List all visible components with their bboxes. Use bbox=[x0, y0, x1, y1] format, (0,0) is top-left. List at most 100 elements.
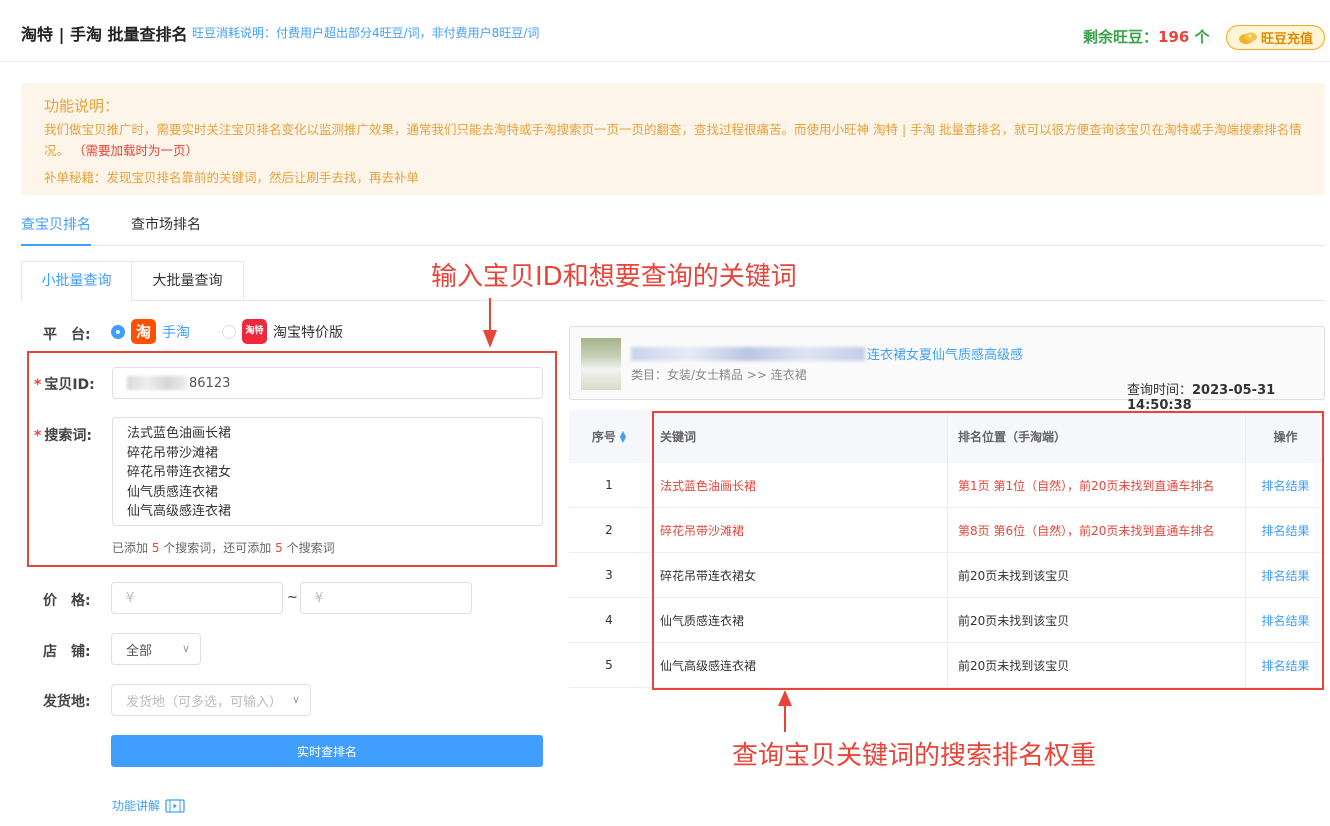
price-max-placeholder: ¥ bbox=[315, 590, 324, 606]
row-rank: 第8页 第6位（自然），前20页未找到直通车排名 bbox=[947, 508, 1245, 552]
rank-result-link[interactable]: 排名结果 bbox=[1245, 598, 1325, 642]
notice-body-text: 我们做宝贝推广时，需要实时关注宝贝排名变化以监测推广效果，通常我们只能去淘特或手… bbox=[44, 122, 1302, 158]
feature-notice: 功能说明： 我们做宝贝推广时，需要实时关注宝贝排名变化以监测推广效果，通常我们只… bbox=[21, 83, 1325, 195]
keywords-label: * 搜索词: bbox=[34, 428, 92, 444]
platform-option-tejia[interactable]: 淘特 淘宝特价版 bbox=[222, 319, 343, 344]
header-index[interactable]: 序号 ▲ ▼ bbox=[569, 410, 649, 463]
row-index: 3 bbox=[605, 568, 613, 582]
item-id-value: 86123 bbox=[189, 375, 231, 391]
kw-count-prefix: 已添加 bbox=[112, 541, 152, 555]
query-rank-button[interactable]: 实时查排名 bbox=[111, 735, 543, 767]
notice-body: 我们做宝贝推广时，需要实时关注宝贝排名变化以监测推广效果，通常我们只能去淘特或手… bbox=[44, 119, 1309, 161]
rank-result-link[interactable]: 排名结果 bbox=[1245, 463, 1325, 507]
sort-icon[interactable]: ▲ ▼ bbox=[620, 429, 626, 443]
keyword-count: 已添加 5 个搜索词，还可添加 5 个搜索词 bbox=[112, 539, 335, 556]
rank-result-link[interactable]: 排名结果 bbox=[1245, 508, 1325, 552]
row-rank: 前20页未找到该宝贝 bbox=[947, 598, 1245, 642]
item-id-label: * 宝贝ID: bbox=[34, 377, 95, 393]
keyword-line: 仙气高级感连衣裙 bbox=[127, 504, 232, 519]
bean-icon bbox=[1238, 32, 1257, 44]
redacted-title bbox=[631, 346, 865, 361]
table-header: 序号 ▲ ▼ 关键词 排名位置（手淘端） 操作 bbox=[569, 410, 1325, 463]
rank-result-link[interactable]: 排名结果 bbox=[1245, 553, 1325, 597]
platform-option-label: 手淘 bbox=[162, 324, 190, 341]
query-time-label: 查询时间： bbox=[1127, 383, 1193, 398]
product-thumbnail[interactable] bbox=[581, 338, 621, 390]
shop-value: 全部 bbox=[126, 643, 153, 659]
row-rank: 第1页 第1位（自然），前20页未找到直通车排名 bbox=[947, 463, 1245, 507]
keyword-line: 碎花吊带沙滩裙 bbox=[127, 445, 219, 461]
header-keyword: 关键词 bbox=[653, 410, 943, 463]
price-min-input[interactable]: ¥ bbox=[111, 582, 283, 614]
explain-link-label: 功能讲解 bbox=[112, 799, 161, 813]
annotation-bottom: 查询宝贝关键词的搜索排名权重 bbox=[732, 741, 1097, 771]
recharge-button[interactable]: 旺豆充值 bbox=[1226, 25, 1325, 50]
chevron-down-icon: ∨ bbox=[291, 693, 300, 706]
platform-option-label: 淘宝特价版 bbox=[273, 324, 343, 341]
table-row: 3 碎花吊带连衣裙女 前20页未找到该宝贝 排名结果 bbox=[569, 553, 1325, 598]
header-index-label: 序号 bbox=[591, 430, 616, 444]
product-title-suffix: 连衣裙女夏仙气质感高级感 bbox=[867, 348, 1024, 363]
chevron-down-icon: ∨ bbox=[181, 642, 190, 655]
rank-result-link[interactable]: 排名结果 bbox=[1245, 643, 1325, 687]
platform-option-shoutao[interactable]: 淘 手淘 bbox=[111, 319, 190, 344]
table-row: 4 仙气质感连衣裙 前20页未找到该宝贝 排名结果 bbox=[569, 598, 1325, 643]
radio-selected-icon bbox=[111, 324, 125, 339]
annotation-top: 输入宝贝ID和想要查询的关键词 bbox=[431, 262, 797, 292]
price-max-input[interactable]: ¥ bbox=[300, 582, 472, 614]
feature-explain-link[interactable]: 功能讲解 bbox=[112, 797, 185, 814]
page-header: 淘特 | 手淘 批量查排名 旺豆消耗说明：付费用户超出部分4旺豆/词，非付费用户… bbox=[0, 0, 1330, 62]
keywords-textarea[interactable]: 法式蓝色油画长裙 碎花吊带沙滩裙 碎花吊带连衣裙女 仙气质感连衣裙 仙气高级感连… bbox=[112, 417, 543, 526]
product-category: 类目：女装/女士精品 >> 连衣裙 bbox=[631, 368, 807, 382]
kw-remaining: 5 bbox=[275, 541, 283, 555]
row-index: 5 bbox=[605, 658, 613, 672]
header-rank: 排名位置（手淘端） bbox=[947, 410, 1245, 463]
notice-highlight: （需要加载时为一页） bbox=[73, 143, 199, 158]
row-keyword: 仙气高级感连衣裙 bbox=[653, 643, 943, 687]
ship-from-label: 发货地: bbox=[43, 694, 91, 710]
shop-label: 店 铺: bbox=[43, 644, 91, 660]
arrow-down-icon bbox=[483, 298, 497, 348]
tab-item-rank[interactable]: 查宝贝排名 bbox=[21, 216, 91, 246]
arrow-up-icon bbox=[778, 690, 792, 732]
kw-count-suffix: 个搜索词 bbox=[282, 541, 335, 555]
page-title: 淘特 | 手淘 批量查排名 bbox=[21, 25, 188, 44]
row-rank: 前20页未找到该宝贝 bbox=[947, 643, 1245, 687]
table-row: 5 仙气高级感连衣裙 前20页未找到该宝贝 排名结果 bbox=[569, 643, 1325, 688]
row-keyword: 碎花吊带沙滩裙 bbox=[653, 508, 943, 552]
recharge-label: 旺豆充值 bbox=[1260, 32, 1313, 47]
tab-market-rank[interactable]: 查市场排名 bbox=[131, 216, 201, 246]
row-index: 4 bbox=[605, 613, 613, 627]
ship-from-select[interactable]: 发货地（可多选，可输入） ∨ bbox=[111, 684, 311, 716]
tab-large-batch[interactable]: 大批量查询 bbox=[131, 261, 244, 301]
video-icon bbox=[165, 798, 185, 813]
row-index: 2 bbox=[605, 523, 613, 537]
row-rank: 前20页未找到该宝贝 bbox=[947, 553, 1245, 597]
redacted-id bbox=[127, 376, 187, 390]
keyword-line: 碎花吊带连衣裙女 bbox=[127, 465, 232, 480]
balance-unit: 个 bbox=[1189, 28, 1210, 46]
tab-small-batch[interactable]: 小批量查询 bbox=[21, 261, 132, 301]
main-tabs: 查宝贝排名 查市场排名 bbox=[21, 216, 1325, 246]
kw-count-mid: 个搜索词，还可添加 bbox=[159, 541, 276, 555]
table-row: 1 法式蓝色油画长裙 第1页 第1位（自然），前20页未找到直通车排名 排名结果 bbox=[569, 463, 1325, 508]
radio-unselected-icon bbox=[222, 324, 236, 339]
row-keyword: 法式蓝色油画长裙 bbox=[653, 463, 943, 507]
product-title-link[interactable]: 连衣裙女夏仙气质感高级感 bbox=[631, 344, 1023, 363]
keyword-line: 仙气质感连衣裙 bbox=[127, 484, 219, 500]
price-label: 价 格: bbox=[43, 593, 91, 609]
item-id-label-text: 宝贝ID: bbox=[44, 377, 95, 393]
item-id-input[interactable]: 86123 bbox=[112, 367, 543, 399]
keywords-label-text: 搜索词: bbox=[44, 428, 92, 444]
shop-select[interactable]: 全部 ∨ bbox=[111, 633, 201, 665]
platform-label: 平 台: bbox=[43, 327, 91, 343]
query-time: 查询时间：2023-05-31 14:50:38 bbox=[1127, 379, 1324, 413]
keyword-line: 法式蓝色油画长裙 bbox=[127, 426, 232, 441]
row-index: 1 bbox=[605, 478, 613, 492]
bean-balance: 剩余旺豆：196 个 bbox=[1083, 26, 1210, 47]
table-row: 2 碎花吊带沙滩裙 第8页 第6位（自然），前20页未找到直通车排名 排名结果 bbox=[569, 508, 1325, 553]
row-keyword: 仙气质感连衣裙 bbox=[653, 598, 943, 642]
consume-note: 旺豆消耗说明：付费用户超出部分4旺豆/词，非付费用户8旺豆/词 bbox=[192, 26, 540, 40]
taobao-logo-icon: 淘 bbox=[131, 319, 156, 344]
header-action: 操作 bbox=[1245, 410, 1325, 463]
